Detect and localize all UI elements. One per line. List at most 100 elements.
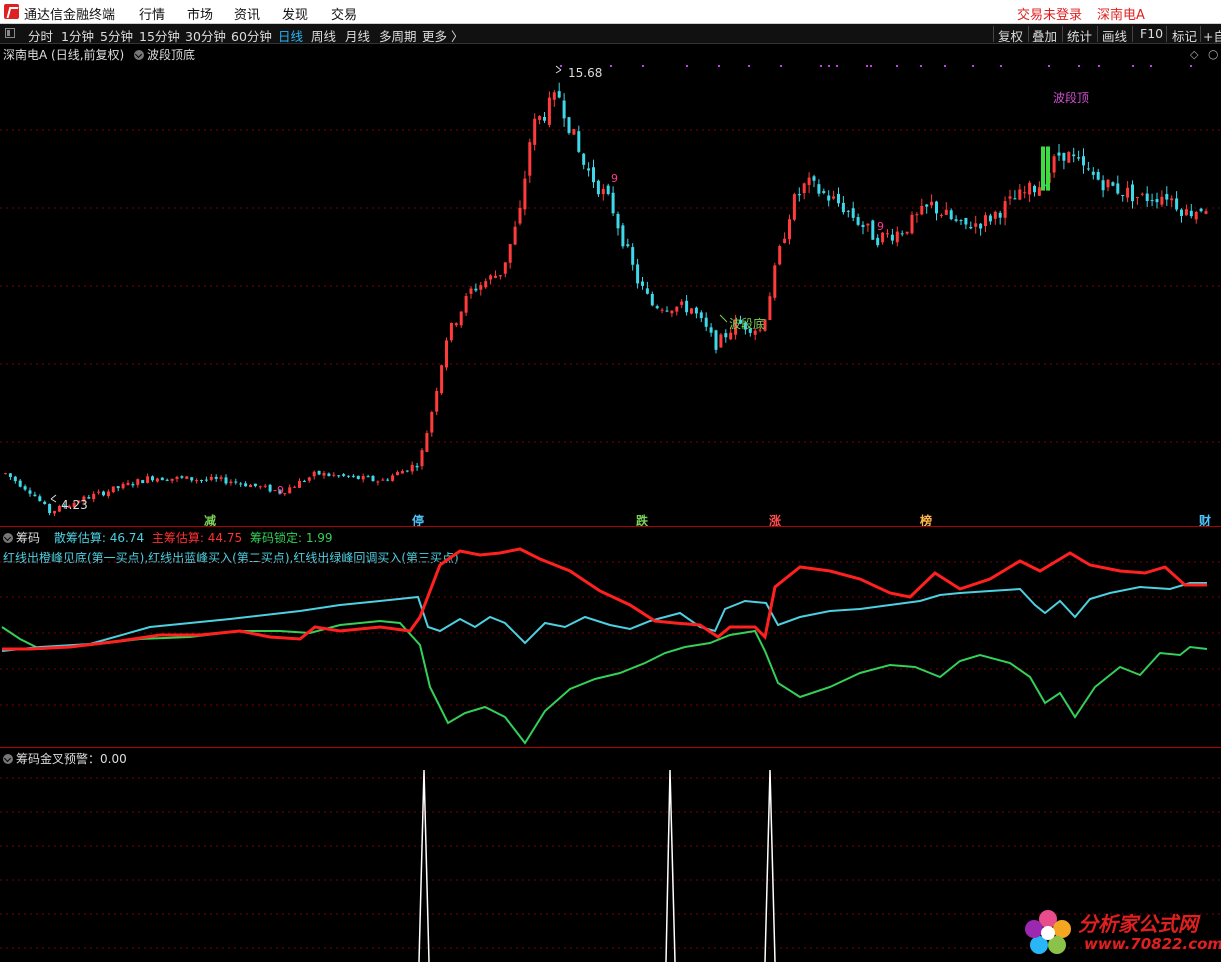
signal-dot xyxy=(944,65,946,67)
signal-dot xyxy=(1150,65,1152,67)
candle-body xyxy=(484,281,488,288)
candle-body xyxy=(841,202,845,213)
candle-body xyxy=(998,212,1002,218)
period-fenshi[interactable]: 分时 xyxy=(28,26,53,45)
menu-jiaoyi[interactable]: 交易 xyxy=(331,4,357,23)
candle-body xyxy=(1155,199,1159,203)
candle-body xyxy=(915,214,919,216)
low-arrow-icon xyxy=(50,494,57,503)
candle-body xyxy=(592,167,595,183)
candle-body xyxy=(636,264,640,284)
candle-body xyxy=(356,475,360,480)
candle-body xyxy=(298,481,301,488)
candle-body xyxy=(435,390,439,412)
menu-shichang[interactable]: 市场 xyxy=(187,4,213,23)
tool-biaoji[interactable]: 标记 xyxy=(1172,26,1197,45)
candle-body xyxy=(474,288,478,291)
high-arrow-icon xyxy=(555,65,562,74)
wave-top-label: 波段顶 xyxy=(1053,90,1089,105)
candle-body xyxy=(146,476,150,483)
candle-body xyxy=(817,184,821,194)
signal-dot xyxy=(972,65,974,67)
candle-body xyxy=(1096,171,1100,180)
signal-dot xyxy=(870,65,872,67)
period-weekly[interactable]: 周线 xyxy=(311,26,336,45)
candle-body xyxy=(454,323,458,326)
candle-body xyxy=(229,481,233,484)
candle-body xyxy=(1003,201,1007,218)
menu-faxian[interactable]: 发现 xyxy=(282,4,308,23)
candle-body xyxy=(685,300,689,313)
candle-body xyxy=(1086,168,1090,170)
period-60min[interactable]: 60分钟 xyxy=(231,26,272,45)
period-monthly[interactable]: 月线 xyxy=(345,26,370,45)
candle-body xyxy=(155,478,159,482)
candle-body xyxy=(949,210,953,220)
period-daily[interactable]: 日线 xyxy=(278,26,303,45)
candle-body xyxy=(964,217,968,225)
candle-body xyxy=(905,231,909,234)
tool-f10[interactable]: F10 xyxy=(1140,26,1163,41)
candle-body xyxy=(219,477,223,479)
candlestick-chart[interactable]: 15.68 4.23 波段底 波段顶 9 9 9 xyxy=(0,44,1221,526)
candle-body xyxy=(200,480,203,482)
candle-body xyxy=(704,317,708,327)
candle-body xyxy=(557,91,561,98)
tool-tongji[interactable]: 统计 xyxy=(1067,26,1092,45)
candle-body xyxy=(1126,187,1130,198)
tool-diejia[interactable]: 叠加 xyxy=(1032,26,1057,45)
candle-body xyxy=(802,183,806,194)
candle-body xyxy=(1101,180,1105,191)
candle-body xyxy=(420,450,424,467)
candle-body xyxy=(626,244,630,247)
candle-body xyxy=(1194,211,1198,220)
period-1min[interactable]: 1分钟 xyxy=(61,26,94,45)
signal-dot xyxy=(1048,65,1050,67)
candle-body xyxy=(302,480,306,482)
signal-dot xyxy=(1190,65,1192,67)
candle-body xyxy=(920,205,924,215)
candle-body xyxy=(910,214,914,234)
sidebar-toggle-icon[interactable] xyxy=(5,28,15,38)
candle-body xyxy=(337,475,341,477)
candle-body xyxy=(464,296,468,313)
candle-body xyxy=(347,475,350,477)
period-more[interactable]: 更多 〉 xyxy=(422,26,463,45)
candle-body xyxy=(165,479,169,481)
candle-body xyxy=(631,247,635,265)
high-price-label: 15.68 xyxy=(568,66,602,80)
candle-body xyxy=(224,477,228,484)
candle-body xyxy=(699,312,703,319)
period-multi[interactable]: 多周期 xyxy=(379,26,417,45)
signal-dot xyxy=(1078,65,1080,67)
menu-hangqing[interactable]: 行情 xyxy=(139,4,165,23)
signal-dot xyxy=(920,65,922,67)
candle-body xyxy=(18,480,22,487)
watermark-url: www.70822.com xyxy=(1084,935,1221,953)
period-15min[interactable]: 15分钟 xyxy=(139,26,180,45)
menu-zixun[interactable]: 资讯 xyxy=(234,4,260,23)
candle-body xyxy=(400,470,404,474)
chip-line-chart[interactable] xyxy=(0,527,1221,747)
candle-body xyxy=(616,214,620,229)
candle-body xyxy=(141,480,145,484)
tool-fuquan[interactable]: 复权 xyxy=(998,26,1023,45)
app-logo-icon xyxy=(4,4,19,19)
period-30min[interactable]: 30分钟 xyxy=(185,26,226,45)
candle-body xyxy=(974,223,978,227)
candle-body xyxy=(425,433,429,452)
candle-body xyxy=(1057,152,1061,156)
candle-body xyxy=(342,474,346,476)
login-status[interactable]: 交易未登录 xyxy=(1017,4,1082,23)
candle-body xyxy=(837,193,840,204)
tool-huaxian[interactable]: 画线 xyxy=(1102,26,1127,45)
main-line xyxy=(2,547,1207,651)
tool-custom[interactable]: +自 xyxy=(1203,26,1221,45)
watermark-title: 分析家公式网 xyxy=(1078,912,1198,936)
candle-body xyxy=(1046,146,1050,191)
period-5min[interactable]: 5分钟 xyxy=(100,26,133,45)
candle-body xyxy=(788,219,791,240)
candle-body xyxy=(641,281,644,286)
candle-body xyxy=(979,223,983,229)
candle-body xyxy=(1023,192,1027,194)
